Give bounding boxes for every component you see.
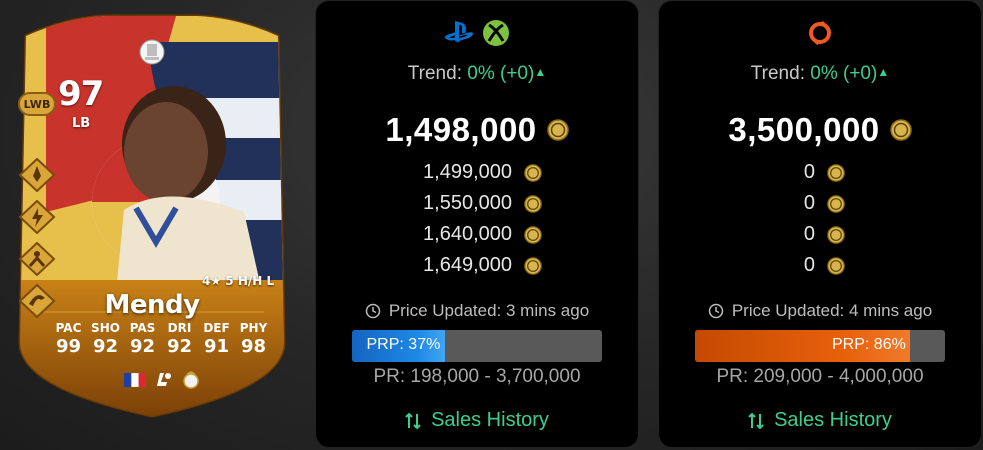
sales-history-button[interactable]: Sales History (659, 409, 981, 432)
prp-progress-bar: PRP: 37% (352, 330, 602, 362)
position-badge: LWB (18, 92, 56, 116)
price-row: 0 (659, 157, 981, 188)
coin-icon (546, 119, 569, 141)
stat-dri: DRI 92 (161, 321, 198, 357)
coin-icon (524, 163, 542, 182)
clock-icon (365, 303, 381, 319)
stat-value: 92 (92, 336, 119, 357)
coin-icon (827, 225, 845, 244)
stat-label: DEF (203, 321, 230, 335)
trend-value: 0% (+0) (810, 63, 878, 84)
price-trend: Trend: 0% (+0)▲ (316, 63, 638, 85)
pc-price-panel: Trend: 0% (+0)▲ 3,500,000 0 0 0 0 Price … (658, 0, 982, 448)
player-alt-position: LB (72, 116, 91, 131)
price-row: 0 (659, 219, 981, 250)
trophy-icon (139, 39, 165, 65)
stat-value: 91 (203, 336, 230, 357)
lowest-price: 1,498,000 (316, 111, 638, 149)
price-value: 1,550,000 (423, 192, 512, 214)
prp-label: PRP: 86% (832, 336, 906, 353)
lowest-price-value: 1,498,000 (385, 111, 537, 148)
price-range: PR: 198,000 - 3,700,000 (373, 366, 581, 387)
clock-icon (708, 303, 724, 319)
playstation-icon (444, 21, 473, 43)
trend-label: Trend: (750, 63, 805, 84)
price-trend: Trend: 0% (+0)▲ (659, 63, 981, 85)
stat-label: PAC (55, 321, 82, 335)
stat-value: 92 (166, 336, 193, 357)
price-updated-text: Price Updated: 3 mins ago (388, 301, 590, 320)
price-value: 0 (803, 254, 815, 276)
price-updated: Price Updated: 3 mins ago (316, 301, 638, 321)
rocket-icon (18, 157, 56, 193)
sales-history-label: Sales History (431, 409, 549, 431)
stat-pas: PAS 92 (124, 321, 161, 357)
stat-value: 99 (55, 336, 82, 357)
lightning-shield-icon (18, 199, 56, 235)
player-rating: 97 (58, 74, 104, 114)
card-badges (124, 370, 200, 390)
price-updated-text: Price Updated: 4 mins ago (731, 301, 933, 320)
coin-icon (524, 225, 542, 244)
stat-label: DRI (167, 321, 192, 335)
stat-label: PAS (129, 321, 156, 335)
price-updated: Price Updated: 4 mins ago (659, 301, 981, 321)
trend-value: 0% (+0) (467, 63, 535, 84)
price-value: 0 (803, 161, 815, 183)
coin-icon (827, 256, 845, 275)
price-list: 0 0 0 0 (659, 157, 981, 281)
price-list: 1,499,000 1,550,000 1,640,000 1,649,000 (316, 157, 638, 281)
sort-arrows-icon (748, 412, 764, 429)
stat-value: 98 (240, 336, 267, 357)
lowest-price: 3,500,000 (659, 111, 981, 149)
lowest-price-value: 3,500,000 (728, 111, 880, 148)
stat-phy: PHY 98 (235, 321, 272, 357)
intercept-icon (18, 241, 56, 277)
sales-history-button[interactable]: Sales History (316, 409, 638, 432)
price-value: 1,640,000 (423, 223, 512, 245)
price-row: 0 (659, 250, 981, 281)
stat-def: DEF 91 (198, 321, 235, 357)
price-value: 0 (803, 223, 815, 245)
price-value: 1,649,000 (423, 254, 512, 276)
coin-icon (889, 119, 912, 141)
france-flag-icon (124, 373, 146, 387)
stat-value: 92 (129, 336, 156, 357)
platform-icons (659, 19, 981, 45)
real-madrid-crest-icon (183, 371, 199, 389)
coin-icon (827, 194, 845, 213)
player-name: Mendy (104, 290, 200, 320)
sales-history-label: Sales History (774, 409, 892, 431)
price-value: 0 (803, 192, 815, 214)
coin-icon (524, 194, 542, 213)
trend-label: Trend: (407, 63, 462, 84)
price-row: 1,649,000 (316, 250, 638, 281)
prp-label: PRP: 37% (366, 336, 441, 353)
price-row: 1,550,000 (316, 188, 638, 219)
origin-icon (809, 21, 831, 45)
trend-up-icon: ▲ (877, 65, 890, 79)
player-card[interactable]: 97 LB LWB 4★ 5 H/H L Mendy PAC 99 SHO 92… (6, 12, 298, 424)
stat-label: SHO (91, 321, 120, 335)
price-row: 0 (659, 188, 981, 219)
coin-icon (524, 256, 542, 275)
price-row: 1,499,000 (316, 157, 638, 188)
stat-label: PHY (239, 321, 268, 335)
stat-sho: SHO 92 (87, 321, 124, 357)
trend-up-icon: ▲ (534, 65, 547, 79)
laliga-logo-icon (157, 373, 171, 386)
price-value: 1,499,000 (423, 161, 512, 183)
xbox-icon (483, 20, 509, 46)
price-range: PR: 209,000 - 4,000,000 (716, 366, 924, 387)
prp-progress-bar: PRP: 86% (695, 330, 945, 362)
console-price-panel: Trend: 0% (+0)▲ 1,498,000 1,499,000 1,55… (315, 0, 639, 448)
coin-icon (827, 163, 845, 182)
stat-pac: PAC 99 (50, 321, 87, 357)
price-row: 1,640,000 (316, 219, 638, 250)
sort-arrows-icon (405, 412, 421, 429)
player-stats: PAC 99 SHO 92 PAS 92 DRI 92 DEF 91 PHY 9… (50, 321, 272, 357)
platform-icons (316, 19, 638, 47)
skills-weakfoot-workrates: 4★ 5 H/H L (202, 274, 275, 288)
